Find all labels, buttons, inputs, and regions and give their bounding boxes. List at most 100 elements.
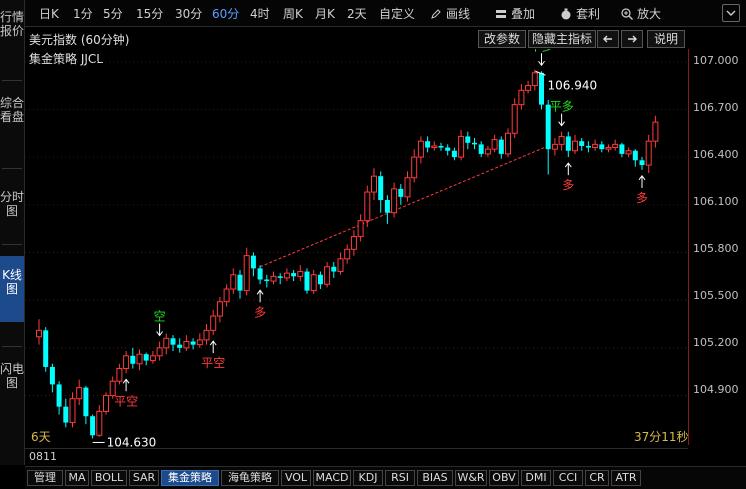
period-60m[interactable]: 60分	[212, 5, 239, 22]
sidebar-item-flash[interactable]: 闪电图	[0, 362, 24, 390]
tab-jjcl[interactable]: 集金策略	[161, 470, 219, 486]
candle-body	[592, 143, 599, 149]
arrow-left-icon	[603, 35, 612, 43]
prev-button[interactable]	[597, 30, 619, 48]
kline-chart[interactable]: 106.940104.630平空空平空多平多平多多多	[25, 49, 688, 448]
tab-boll[interactable]: BOLL	[91, 470, 127, 486]
tab-obv[interactable]: OBV	[489, 470, 519, 486]
pencil-icon	[431, 9, 441, 19]
candle-body	[357, 220, 364, 238]
candle-body	[350, 236, 357, 250]
candle-body	[196, 339, 203, 346]
y-tick-label: 107.000	[693, 54, 739, 67]
candle-body	[123, 355, 130, 370]
candle-body	[619, 144, 625, 154]
tab-vol[interactable]: VOL	[281, 470, 311, 486]
candle-body	[337, 258, 344, 273]
sidebar-item-kline[interactable]: K线图	[0, 256, 24, 322]
period-4h[interactable]: 4时	[250, 5, 270, 22]
period-15m[interactable]: 15分	[136, 5, 163, 22]
candle-body	[177, 344, 183, 348]
sidebar-item-overview[interactable]: 综合看盘	[0, 96, 24, 124]
candle-body	[291, 273, 297, 277]
tab-rsi[interactable]: RSI	[385, 470, 415, 486]
draw-line-button[interactable]: 画线	[430, 5, 470, 22]
sidebar-item-timeshare[interactable]: 分时图	[0, 190, 24, 218]
candle-body	[216, 301, 223, 317]
top-toolbar: 日K 1分 5分 15分 30分 60分 4时 周K 月K 2天 自定义 画线 …	[25, 0, 746, 27]
tab-wr[interactable]: W&R	[455, 470, 487, 486]
period-day[interactable]: 日K	[39, 5, 59, 22]
chevron-down-button[interactable]	[722, 4, 740, 22]
arbitrage-button[interactable]: 套利	[560, 5, 600, 22]
tab-macd[interactable]: MACD	[313, 470, 351, 486]
sidebar-divider	[2, 80, 22, 81]
period-month[interactable]: 月K	[315, 5, 335, 22]
hide-indicator-button[interactable]: 隐藏主指标	[528, 30, 596, 48]
candle-body	[317, 274, 323, 285]
candle-body	[237, 274, 243, 291]
candle-body	[156, 347, 163, 357]
signal-label: 多	[562, 178, 574, 192]
sidebar-divider	[2, 346, 22, 347]
candle-body	[243, 255, 250, 292]
tab-ma[interactable]: MA	[65, 470, 89, 486]
candle-body	[96, 410, 103, 436]
candle-body	[425, 141, 431, 148]
period-30m[interactable]: 30分	[175, 5, 202, 22]
y-tick-label: 105.500	[693, 289, 739, 302]
chevron-down-icon	[726, 10, 736, 16]
signal-arrow-up	[209, 340, 217, 354]
signal-arrow-up	[564, 162, 572, 176]
tab-atr[interactable]: ATR	[611, 470, 641, 486]
period-1m[interactable]: 1分	[73, 5, 93, 22]
candle-body	[257, 268, 263, 280]
zoom-in-icon	[621, 8, 633, 20]
candle-body	[310, 274, 317, 292]
period-2day[interactable]: 2天	[347, 5, 367, 22]
candle-body	[230, 274, 237, 290]
low-price-label: 104.630	[107, 435, 157, 448]
tab-manage[interactable]: 管理	[27, 470, 63, 486]
high-price-label: 106.940	[548, 78, 598, 92]
moneybag-icon	[561, 8, 571, 20]
candle-body	[417, 140, 424, 158]
signal-label: 空	[154, 309, 166, 323]
candle-body	[404, 177, 411, 198]
instrument-code: 0811	[29, 450, 57, 463]
period-5m[interactable]: 5分	[103, 5, 123, 22]
tab-cci[interactable]: CCI	[553, 470, 583, 486]
candle-body	[270, 275, 277, 282]
candle-body	[458, 135, 465, 158]
candle-body	[283, 272, 290, 279]
candle-body	[364, 191, 371, 222]
candle-body	[36, 329, 42, 338]
candle-body	[585, 145, 591, 148]
candle-body	[63, 406, 69, 423]
candle-body	[264, 279, 270, 282]
tab-turtle[interactable]: 海龟策略	[221, 470, 279, 486]
tab-cr[interactable]: CR	[585, 470, 609, 486]
period-week[interactable]: 周K	[283, 5, 303, 22]
help-button[interactable]: 说明	[647, 30, 685, 48]
candle-body	[639, 160, 645, 166]
next-button[interactable]	[621, 30, 643, 48]
candle-body	[130, 355, 136, 364]
tab-dmi[interactable]: DMI	[521, 470, 551, 486]
candle-body	[56, 384, 62, 407]
tab-kdj[interactable]: KDJ	[353, 470, 383, 486]
tab-sar[interactable]: SAR	[129, 470, 159, 486]
zoom-button[interactable]: 放大	[621, 5, 661, 22]
overlay-button[interactable]: 叠加	[495, 5, 535, 22]
period-custom[interactable]: 自定义	[379, 5, 415, 22]
candle-body	[69, 398, 76, 424]
edit-params-button[interactable]: 改参数	[478, 30, 526, 48]
sidebar-item-quotes[interactable]: 行情报价	[0, 10, 24, 38]
candle-body	[451, 150, 457, 158]
sidebar-divider	[2, 168, 22, 169]
candle-body	[565, 136, 571, 151]
candle-body	[518, 89, 525, 106]
chart-header: 美元指数 (60分钟) 改参数 隐藏主指标 说明	[25, 27, 688, 49]
tab-bias[interactable]: BIAS	[417, 470, 453, 486]
signal-label: 平空	[114, 394, 138, 408]
